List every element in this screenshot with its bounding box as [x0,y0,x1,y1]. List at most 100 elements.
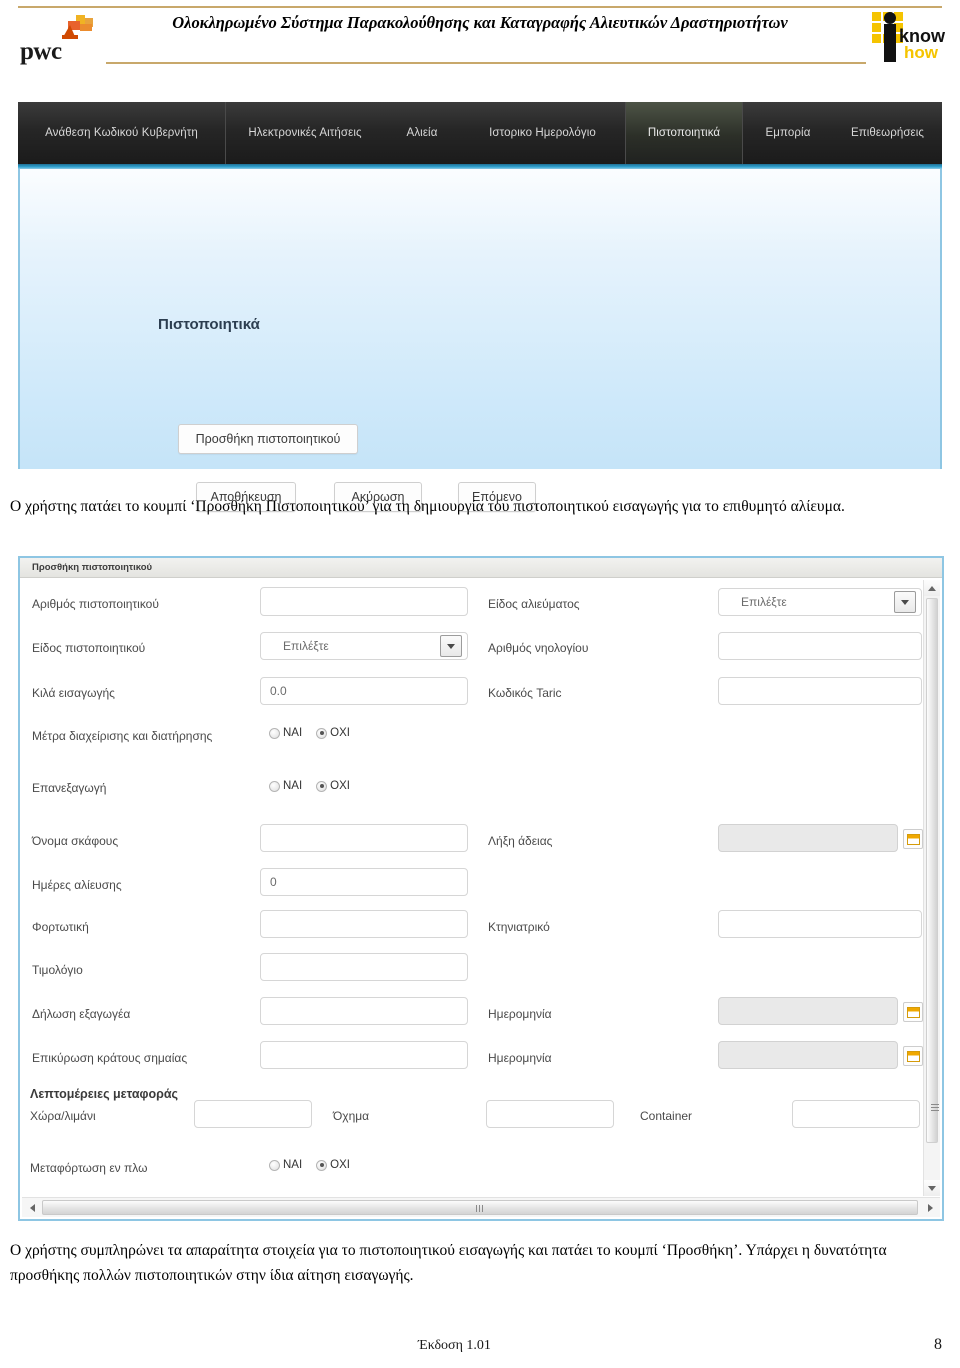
radio-transshipment-no[interactable]: ΟΧΙ [316,1159,350,1171]
nav-tab-label: Πιστοποιητικά [647,127,721,139]
footer-version: Έκδοση 1.01 [418,1338,491,1353]
certificates-content-panel: Πιστοποιητικά Προσθήκη πιστοποιητικού Απ… [18,169,942,512]
label-veterinary: Κτηνιατρικό [488,920,550,934]
radio-label: ΝΑΙ [283,1159,303,1171]
nav-tab-fishing[interactable]: Αλιεία [384,102,460,164]
scroll-grip-icon [931,1104,939,1111]
radio-re-export-yes[interactable]: ΝΑΙ [269,780,302,792]
radio-dot-selected-icon [316,727,328,739]
input-date-1[interactable] [718,997,898,1025]
radio-dot-icon [269,1159,280,1171]
radio-transshipment-yes[interactable]: ΝΑΙ [269,1159,302,1171]
input-fishing-days[interactable]: 0 [260,868,468,896]
label-registry-number: Αριθμός νηολογίου [488,641,589,655]
iknowhow-logo: know how [866,8,946,66]
input-vehicle[interactable] [486,1100,614,1128]
radio-label: ΟΧΙ [330,727,350,739]
screenshot-certificates-page: Ανάθεση Κωδικού Κυβερνήτη Ηλεκτρονικές Α… [18,102,942,512]
nav-tab-label: Αλιεία [406,127,438,139]
nav-tab-label: Ιστορικο Ημερολόγιο [489,127,596,139]
main-navigation-bar: Ανάθεση Κωδικού Κυβερνήτη Ηλεκτρονικές Α… [18,102,942,164]
dialog-horizontal-scrollbar[interactable] [22,1197,940,1217]
input-import-kilos[interactable]: 0.0 [260,677,468,705]
chevron-down-icon[interactable] [894,591,916,613]
input-container[interactable] [792,1100,920,1128]
select-certificate-type[interactable]: Επιλέξτε [260,632,468,660]
dialog-title: Προσθήκη πιστοποιητικού [32,562,153,573]
nav-tab-historic-logbook[interactable]: Ιστορικο Ημερολόγιο [461,102,624,164]
label-flag-state-validation: Επικύρωση κράτους σημαίας [32,1051,188,1065]
label-bill-of-lading: Φορτωτική [32,920,89,934]
radio-dot-selected-icon [316,1159,328,1171]
header-rule-bottom [106,62,866,64]
nav-tab-inspections[interactable]: Επιθεωρήσεις [833,102,942,164]
input-invoice[interactable] [260,953,468,981]
radio-group-management-measures[interactable]: ΝΑΙ ΟΧΙ [269,727,350,739]
footer-page-number: 8 [934,1336,942,1353]
header-rule-top [18,6,942,8]
input-exporter-declaration[interactable] [260,997,468,1025]
label-exporter-declaration: Δήλωση εξαγωγέα [32,1007,131,1021]
input-registry-number[interactable] [718,632,922,660]
radio-management-measures-yes[interactable]: ΝΑΙ [269,727,302,739]
input-veterinary[interactable] [718,910,922,938]
select-certificate-type-value: Επιλέξτε [283,639,329,653]
input-certificate-number[interactable] [260,587,468,616]
label-vehicle: Όχημα [333,1109,370,1123]
nav-tab-label: Ανάθεση Κωδικού Κυβερνήτη [45,127,198,139]
scroll-down-arrow-icon[interactable] [924,1180,940,1196]
input-flag-state-validation[interactable] [260,1041,468,1069]
vertical-scroll-thumb[interactable] [926,598,939,1143]
nav-tab-label: Επιθεωρήσεις [850,127,925,139]
calendar-icon-licence-expiry[interactable] [903,829,923,849]
nav-tab-assign-captain-code[interactable]: Ανάθεση Κωδικού Κυβερνήτη [18,102,226,164]
add-certificate-button[interactable]: Προσθήκη πιστοποιητικού [178,424,358,454]
nav-tab-label: Ηλεκτρονικές Αιτήσεις [248,127,362,139]
nav-tab-label: Εμπορία [765,127,811,139]
label-taric-code: Κωδικός Taric [488,686,562,700]
label-management-measures: Μέτρα διαχείρισης και διατήρησης [32,729,213,743]
label-catch-species: Είδος αλιεύματος [488,597,580,611]
svg-text:how: how [904,43,939,62]
radio-label: ΝΑΙ [283,780,303,792]
radio-group-transshipment[interactable]: ΝΑΙ ΟΧΙ [269,1159,350,1171]
select-catch-species[interactable]: Επιλέξτε [718,588,922,616]
radio-group-re-export[interactable]: ΝΑΙ ΟΧΙ [269,780,350,792]
chevron-down-icon[interactable] [440,635,462,657]
scroll-left-arrow-icon[interactable] [24,1199,40,1216]
select-catch-species-value: Επιλέξτε [741,595,787,609]
nav-tab-electronic-applications[interactable]: Ηλεκτρονικές Αιτήσεις [227,102,383,164]
input-taric-code[interactable] [718,677,922,705]
radio-management-measures-no[interactable]: ΟΧΙ [316,727,350,739]
radio-label: ΝΑΙ [283,727,303,739]
calendar-icon-date-2[interactable] [903,1046,923,1066]
pwc-logo-mark [62,15,93,39]
radio-re-export-no[interactable]: ΟΧΙ [316,780,350,792]
input-country-port[interactable] [194,1100,312,1128]
nav-tab-certificates[interactable]: Πιστοποιητικά [625,102,743,164]
label-transshipment-at-sea: Μεταφόρτωση εν πλω [30,1161,148,1175]
label-container: Container [640,1109,693,1123]
nav-tab-trade[interactable]: Εμπορία [744,102,832,164]
label-fishing-days: Ημέρες αλίευσης [32,878,122,892]
label-date-2: Ημερομηνία [488,1051,552,1065]
input-date-2[interactable] [718,1041,898,1069]
label-country-port: Χώρα/λιμάνι [30,1109,96,1123]
label-invoice: Τιμολόγιο [32,963,83,977]
label-import-kilos: Κιλά εισαγωγής [32,686,115,700]
document-header: pwc Ολοκληρωμένο Σύστημα Παρακολούθησης … [0,0,960,78]
dialog-body: Αριθμός πιστοποιητικού Είδος πιστοποιητι… [20,579,942,1196]
horizontal-scroll-thumb[interactable] [42,1200,918,1215]
radio-label: ΟΧΙ [330,1159,350,1171]
iknowhow-logo-mark: know how [872,12,946,62]
radio-dot-icon [269,727,280,739]
calendar-icon-date-1[interactable] [903,1002,923,1022]
input-vessel-name[interactable] [260,824,468,852]
scroll-right-arrow-icon[interactable] [922,1199,938,1216]
label-date-1: Ημερομηνία [488,1007,552,1021]
input-licence-expiry[interactable] [718,824,898,852]
input-bill-of-lading[interactable] [260,910,468,938]
description-paragraph-2: Ο χρήστης συμπληρώνει τα απαραίτητα στοι… [10,1242,887,1284]
dialog-vertical-scrollbar[interactable] [923,580,940,1196]
scroll-up-arrow-icon[interactable] [924,580,940,596]
